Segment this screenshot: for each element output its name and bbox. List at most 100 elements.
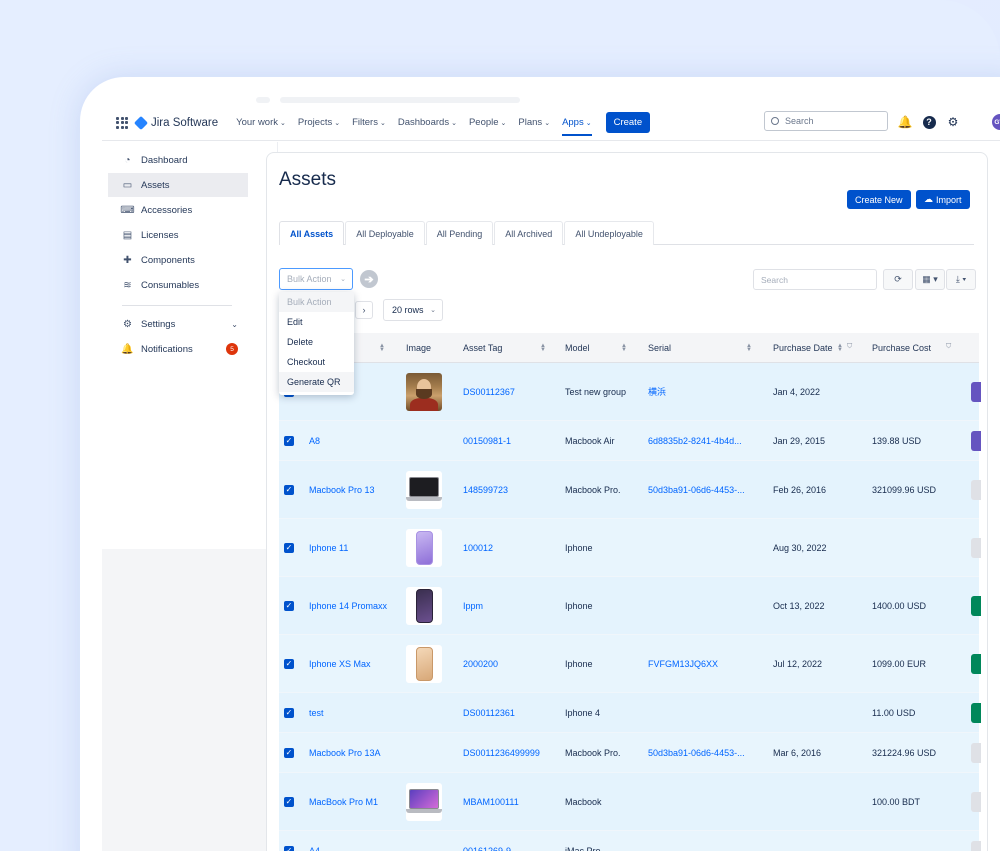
asset-tag-link[interactable]: DS00112367 <box>463 363 515 420</box>
asset-thumbnail[interactable] <box>406 528 442 567</box>
help-button[interactable]: ? <box>922 115 936 129</box>
asset-name-link[interactable]: Iphone 14 Promaxx <box>309 577 387 634</box>
asset-tag-link[interactable]: Ippm <box>463 577 483 634</box>
nav-filters[interactable]: Filters ⌄ <box>352 117 386 128</box>
asset-name-link[interactable]: Macbook Pro 13 <box>309 461 375 518</box>
tab-all-undeployable[interactable]: All Undeployable <box>564 221 654 245</box>
row-checkbox[interactable]: ✓ <box>284 600 294 611</box>
sort-icon[interactable]: ▲ ▼ <box>746 343 752 353</box>
bulk-menu-checkout[interactable]: Checkout <box>279 352 354 372</box>
asset-thumbnail[interactable] <box>406 586 442 625</box>
jira-logo[interactable]: Jira Software <box>133 115 218 130</box>
filter-icon[interactable]: ⛉ <box>847 343 852 351</box>
column-header-purchase-date[interactable]: Purchase Date <box>773 333 833 363</box>
bulk-menu-edit[interactable]: Edit <box>279 312 354 332</box>
sort-icon[interactable]: ▲ ▼ <box>379 343 385 353</box>
asset-tag-link[interactable]: 00161269-9 <box>463 831 511 851</box>
asset-tag-link[interactable]: 148599723 <box>463 461 508 518</box>
row-checkbox[interactable]: ✓ <box>284 747 294 758</box>
sidebar-item-consumables[interactable]: ≋ Consumables <box>108 273 248 297</box>
bulk-menu-delete[interactable]: Delete <box>279 332 354 352</box>
sidebar-item-notifications[interactable]: 🔔 Notifications 5 <box>108 337 248 361</box>
table-row[interactable]: ✓ A8 00150981-1 Macbook Air 6d8835b2-8241-4b… <box>279 421 981 461</box>
table-row[interactable]: ✓ test DS00112361 Iphone 4 11.00 USD <box>279 693 981 733</box>
sidebar-item-settings[interactable]: ⚙ Settings ⌄ <box>108 312 248 336</box>
table-search-input[interactable]: Search <box>753 269 877 290</box>
asset-thumbnail[interactable] <box>406 372 442 411</box>
nav-people[interactable]: People ⌄ <box>469 117 506 128</box>
asset-tag-link[interactable]: MBAM100111 <box>463 773 519 830</box>
settings-gear-icon[interactable]: ⚙ <box>946 115 960 129</box>
tab-all-archived[interactable]: All Archived <box>494 221 564 245</box>
sidebar-item-dashboard[interactable]: ◔ Dashboard <box>108 148 248 172</box>
table-row[interactable]: ✓ Macbook Pro 13 148599723 Macbook Pro. 50d3… <box>279 461 981 519</box>
row-checkbox[interactable]: ✓ <box>284 707 294 718</box>
asset-name-link[interactable]: Iphone XS Max <box>309 635 371 692</box>
asset-thumbnail[interactable] <box>406 782 442 821</box>
column-header-serial[interactable]: Serial <box>648 333 671 363</box>
tab-all-deployable[interactable]: All Deployable <box>345 221 425 245</box>
nav-projects[interactable]: Projects ⌄ <box>298 117 340 128</box>
asset-thumbnail[interactable] <box>406 470 442 509</box>
sort-icon[interactable]: ▲ ▼ <box>540 343 546 353</box>
table-row[interactable]: ✓ A4 00161269-9 iMac Pro <box>279 831 981 851</box>
table-row[interactable]: ✓erDS00112367Test new group横浜Jan 4, 2022 <box>279 363 981 421</box>
table-row[interactable]: ✓ MacBook Pro M1 MBAM100111 Macbook 100.00 B… <box>279 773 981 831</box>
nav-apps[interactable]: Apps ⌄ <box>562 117 592 136</box>
nav-dashboards[interactable]: Dashboards ⌄ <box>398 117 457 128</box>
column-header-purchase-cost[interactable]: Purchase Cost <box>872 333 931 363</box>
nav-your-work[interactable]: Your work ⌄ <box>236 117 286 128</box>
rows-per-page-select[interactable]: 20 rows ⌄ <box>383 299 443 321</box>
row-checkbox[interactable]: ✓ <box>284 435 294 446</box>
columns-toggle-button[interactable]: ▦ ▾ <box>915 269 945 290</box>
row-checkbox[interactable]: ✓ <box>284 796 294 807</box>
sidebar-item-assets[interactable]: ▭ Assets <box>108 173 248 197</box>
table-header: ▲ ▼ Image Asset Tag ▲ ▼ Model ▲ ▼ Serial ▲ ▼… <box>279 333 979 363</box>
notifications-bell-icon[interactable]: 🔔 <box>898 115 913 129</box>
asset-name-link[interactable]: MacBook Pro M1 <box>309 773 378 830</box>
row-checkbox[interactable]: ✓ <box>284 658 294 669</box>
table-row[interactable]: ✓ Macbook Pro 13A DS0011236499999 Macbook P… <box>279 733 981 773</box>
apply-bulk-action-button[interactable]: ➔ <box>360 270 378 288</box>
global-search-input[interactable]: Search <box>764 111 888 131</box>
table-row[interactable]: ✓ Iphone 11 100012 Iphone Aug 30, 2022 <box>279 519 981 577</box>
create-button[interactable]: Create <box>605 112 651 133</box>
asset-tag-link[interactable]: 00150981-1 <box>463 421 511 460</box>
column-header-model[interactable]: Model <box>565 333 590 363</box>
app-switcher-icon[interactable] <box>116 116 128 129</box>
sort-icon[interactable]: ▲ ▼ <box>837 343 843 353</box>
asset-tag-link[interactable]: 2000200 <box>463 635 498 692</box>
sidebar-item-accessories[interactable]: ⌨ Accessories <box>108 198 248 222</box>
asset-name-link[interactable]: Iphone 11 <box>309 519 348 576</box>
row-checkbox[interactable]: ✓ <box>284 542 294 553</box>
column-header-asset-tag[interactable]: Asset Tag <box>463 333 502 363</box>
nav-plans[interactable]: Plans ⌄ <box>518 117 550 128</box>
asset-name-link[interactable]: A4 <box>309 831 320 851</box>
export-button[interactable]: ⤓ ▾ <box>946 269 976 290</box>
row-checkbox[interactable]: ✓ <box>284 484 294 495</box>
refresh-button[interactable]: ⟳ <box>883 269 913 290</box>
table-row[interactable]: ✓ Iphone XS Max 2000200 Iphone FVFGM13JQ6XX J… <box>279 635 981 693</box>
sort-icon[interactable]: ▲ ▼ <box>621 343 627 353</box>
asset-name-link[interactable]: Macbook Pro 13A <box>309 733 381 772</box>
table-row[interactable]: ✓ Iphone 14 Promaxx Ippm Iphone Oct 13, 2022… <box>279 577 981 635</box>
next-page-button[interactable]: › <box>355 301 373 319</box>
asset-tag-link[interactable]: DS00112361 <box>463 693 515 732</box>
user-avatar[interactable]: GW <box>992 114 1000 130</box>
asset-tag-link[interactable]: 100012 <box>463 519 493 576</box>
asset-tag-link[interactable]: DS0011236499999 <box>463 733 540 772</box>
asset-name-link[interactable]: A8 <box>309 421 320 460</box>
sidebar-item-components[interactable]: ✚ Components <box>108 248 248 272</box>
asset-model: Iphone <box>565 600 593 611</box>
sidebar-item-licenses[interactable]: ▤ Licenses <box>108 223 248 247</box>
row-checkbox[interactable]: ✓ <box>284 845 294 851</box>
tab-all-pending[interactable]: All Pending <box>425 221 494 245</box>
bulk-action-select[interactable]: Bulk Action ⌄ <box>279 268 353 290</box>
create-new-button[interactable]: Create New <box>847 190 911 209</box>
asset-name-link[interactable]: test <box>309 693 324 732</box>
import-button[interactable]: ☁ Import <box>916 190 970 209</box>
tab-all-assets[interactable]: All Assets <box>279 221 345 245</box>
bulk-menu-generate-qr[interactable]: Generate QR <box>279 372 354 392</box>
asset-thumbnail[interactable] <box>406 644 442 683</box>
filter-icon[interactable]: ⛉ <box>946 343 951 351</box>
